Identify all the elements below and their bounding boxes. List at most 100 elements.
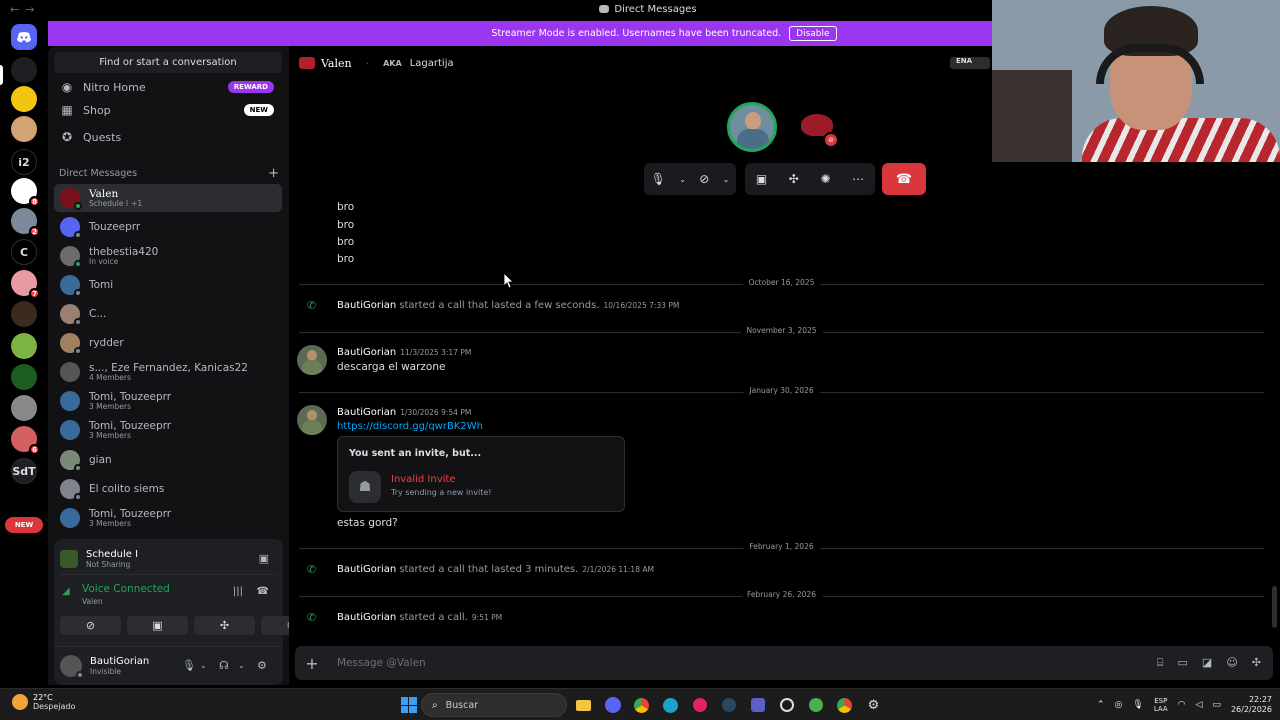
chat-scrollbar[interactable] (1272, 586, 1277, 628)
dm-subtitle: 3 Members (89, 401, 131, 411)
teams-icon[interactable] (743, 695, 772, 715)
find-conversation-button[interactable]: Find or start a conversation (54, 52, 282, 73)
nav-shop[interactable]: ▦ Shop NEW (54, 97, 282, 123)
headphones-icon[interactable]: ☊ (219, 659, 229, 672)
windows-taskbar: 22°C Despejado ⌕ Buscar ⚙ ⌃ ◎ 🎙︎ ESP LAA ◠ … (0, 688, 1280, 720)
server-icon[interactable] (11, 333, 37, 359)
server-icon[interactable]: 2 (11, 208, 40, 237)
dm-item[interactable]: El colito siems (54, 475, 282, 503)
mic-icon[interactable]: 🎙︎ (182, 659, 196, 672)
edge-icon[interactable] (656, 695, 685, 715)
server-icon[interactable] (11, 116, 37, 142)
clock[interactable]: 22:27 26/2/2026 (1231, 695, 1272, 715)
wifi-icon[interactable]: ◠ (1178, 700, 1186, 710)
screen-share-icon[interactable]: ▣ (756, 172, 767, 186)
sticker-icon[interactable]: ◪ (1202, 656, 1212, 670)
dm-item[interactable]: gian (54, 446, 282, 474)
dm-avatar (60, 333, 82, 355)
app-icon-2[interactable] (801, 695, 830, 715)
message-line: bro (337, 253, 355, 265)
new-unreads-pill[interactable]: NEW (5, 517, 43, 533)
soundboard-icon[interactable]: ✺ (820, 172, 830, 186)
chevron-down-icon[interactable]: ⌄ (723, 175, 730, 184)
nav-quests[interactable]: ✪ Quests (54, 124, 282, 150)
server-icon[interactable]: 6 (11, 426, 40, 455)
call-participant-avatar-2[interactable]: ⊘ (789, 108, 845, 148)
author-avatar[interactable] (297, 345, 327, 375)
server-icon[interactable] (11, 301, 37, 327)
chrome-icon[interactable] (627, 695, 656, 715)
message-input[interactable]: Message @Valen (337, 657, 426, 669)
app-icon[interactable] (772, 695, 801, 715)
create-dm-button[interactable]: + (268, 166, 279, 181)
camera-off-icon: ⊘ (85, 619, 96, 632)
dm-item[interactable]: Tomi, Touzeeprr 3 Members (54, 504, 282, 532)
attach-plus-icon[interactable]: + (295, 654, 329, 673)
battery-icon[interactable]: ▭ (1212, 700, 1221, 710)
share-screen-button[interactable]: ▣ (127, 616, 188, 635)
dm-avatar (60, 246, 82, 268)
message-composer[interactable]: + Message @Valen ⌸ ▭ ◪ ☺ ✣ (295, 646, 1273, 680)
current-user[interactable]: BautiGorian Invisible 🎙︎ ⌄ ☊ ⌄ ⚙ (54, 646, 283, 685)
settings-icon[interactable]: ⚙ (859, 695, 888, 715)
mic-chevron-icon[interactable]: ⌄ (200, 661, 207, 670)
gif-icon[interactable]: ▭ (1178, 656, 1188, 670)
call-controls-av: 🎙︎ ⌄ ⊘ ⌄ (644, 163, 736, 195)
headphones-chevron-icon[interactable]: ⌄ (238, 661, 245, 670)
media-player-icon[interactable] (685, 695, 714, 715)
gift-icon[interactable]: ⌸ (1157, 656, 1164, 670)
dm-item[interactable]: C... (54, 300, 282, 328)
dm-item[interactable]: Tomi (54, 271, 282, 299)
chrome-profile-icon[interactable] (830, 695, 859, 715)
camera-off-icon[interactable]: ⊘ (699, 172, 709, 186)
user-avatar (60, 655, 84, 679)
mic-icon[interactable]: 🎙︎ (651, 172, 666, 186)
activities-icon[interactable]: ✣ (789, 172, 799, 186)
server-icon[interactable]: 7 (11, 270, 40, 299)
server-icon[interactable] (11, 395, 37, 421)
dm-item[interactable]: s..., Eze Fernandez, Kanicas22 4 Members (54, 358, 282, 386)
chevron-up-icon[interactable]: ⌃ (1097, 700, 1105, 710)
invite-link[interactable]: https://discord.gg/qwrBK2Wh (337, 421, 483, 432)
weather-widget[interactable]: 22°C Despejado (12, 693, 75, 711)
chevron-down-icon[interactable]: ⌄ (679, 175, 686, 184)
noise-suppression-icon[interactable]: ||| (233, 586, 243, 597)
home-button[interactable] (11, 24, 37, 50)
disable-streamer-button[interactable]: Disable (789, 26, 837, 41)
server-icon[interactable] (11, 364, 37, 390)
dm-item[interactable]: Touzeeprr (54, 213, 282, 241)
volume-icon[interactable]: ◁ (1196, 700, 1203, 710)
server-icon[interactable]: SdT (11, 458, 37, 484)
server-icon[interactable] (11, 86, 37, 112)
discord-taskbar-icon[interactable] (598, 695, 627, 715)
call-participant-avatar[interactable] (727, 102, 777, 152)
disconnect-icon[interactable]: ☎ (257, 586, 269, 597)
steam-icon[interactable] (714, 695, 743, 715)
more-icon[interactable]: ⋯ (852, 172, 864, 186)
server-icon[interactable]: 8 (11, 178, 40, 207)
file-explorer-icon[interactable] (569, 695, 598, 715)
apps-icon[interactable]: ✣ (1252, 656, 1261, 670)
message-line: bro (337, 201, 355, 213)
dm-item[interactable]: rydder (54, 329, 282, 357)
emoji-icon[interactable]: ☺ (1226, 656, 1237, 670)
dm-item[interactable]: Valen Schedule I +1 (54, 184, 282, 212)
dm-item[interactable]: Tomi, Touzeeprr 3 Members (54, 387, 282, 415)
server-icon[interactable]: C (11, 239, 37, 265)
hang-up-button[interactable]: ☎ (882, 163, 926, 195)
start-button[interactable] (394, 695, 423, 715)
author-avatar[interactable] (297, 405, 327, 435)
language-indicator[interactable]: ESP LAA (1154, 697, 1168, 714)
mic-tray-icon[interactable]: 🎙︎ (1132, 700, 1143, 710)
tray-app-icon[interactable]: ◎ (1115, 700, 1123, 710)
camera-off-button[interactable]: ⊘ (60, 616, 121, 635)
dm-item[interactable]: thebestia420 In voice (54, 242, 282, 270)
activities-button[interactable]: ✣ (194, 616, 255, 635)
share-screen-icon[interactable]: ▣ (259, 552, 269, 565)
server-icon[interactable] (11, 57, 37, 83)
dm-item[interactable]: Tomi, Touzeeprr 3 Members (54, 416, 282, 444)
dm-avatar (60, 420, 80, 440)
server-icon[interactable]: i2 (11, 149, 37, 175)
taskbar-search[interactable]: ⌕ Buscar (421, 693, 567, 717)
settings-gear-icon[interactable]: ⚙ (257, 659, 267, 672)
